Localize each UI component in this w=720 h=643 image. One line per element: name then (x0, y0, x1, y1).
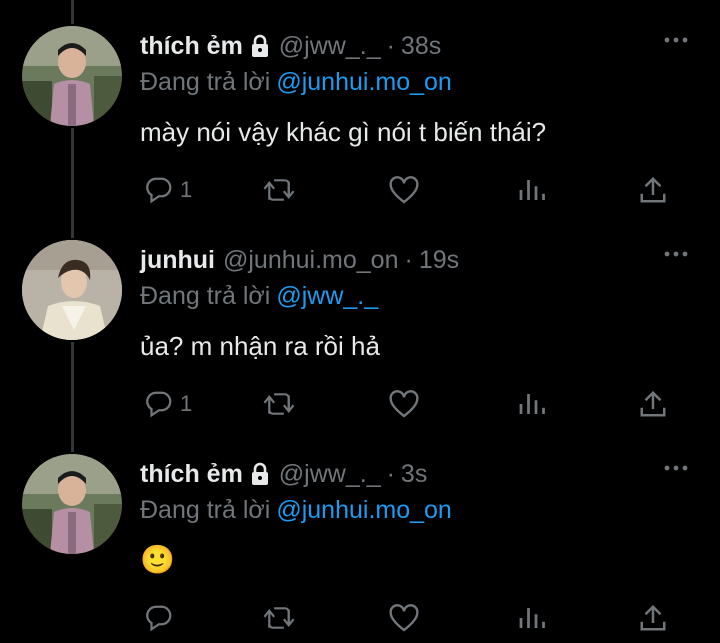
display-name[interactable]: junhui (140, 244, 215, 276)
tweet-actions: 1 (140, 172, 680, 208)
replying-to: Đang trả lời @junhui.mo_on (140, 494, 452, 526)
display-name[interactable]: thích ẻm (140, 458, 243, 490)
analytics-button[interactable] (516, 172, 546, 208)
user-handle[interactable]: @junhui.mo_on (223, 244, 399, 276)
replying-to: Đang trả lời @jww_._ (140, 280, 378, 312)
timestamp[interactable]: 38s (401, 30, 441, 62)
reply-icon (144, 175, 174, 205)
like-icon (388, 175, 420, 205)
replying-to-label: Đang trả lời (140, 68, 271, 96)
replying-to: Đang trả lời @junhui.mo_on (140, 66, 452, 98)
retweet-icon (262, 389, 296, 419)
tweet[interactable]: thích ẻm @jww_._ · 3s Đang trả lời @junhu… (0, 428, 720, 642)
retweet-button[interactable] (262, 386, 296, 422)
reply-icon (144, 389, 174, 419)
boy-avatar-image (22, 26, 122, 126)
separator-dot: · (404, 246, 413, 274)
retweet-icon (262, 175, 296, 205)
share-icon (638, 389, 668, 419)
replying-to-label: Đang trả lời (140, 282, 271, 310)
more-icon[interactable] (662, 32, 690, 48)
lock-icon (249, 34, 271, 58)
like-button[interactable] (388, 172, 420, 208)
retweet-button[interactable] (262, 600, 296, 636)
replying-to-handle[interactable]: @jww_._ (276, 282, 378, 310)
tweet[interactable]: junhui @junhui.mo_on · 19s Đang trả lời @… (0, 214, 720, 428)
share-icon (638, 603, 668, 633)
timestamp[interactable]: 3s (401, 458, 427, 490)
retweet-button[interactable] (262, 172, 296, 208)
tweet-header: thích ẻm @jww_._ · 38s (140, 30, 441, 62)
junhui-avatar-image (22, 240, 122, 340)
more-icon[interactable] (662, 460, 690, 476)
replying-to-handle[interactable]: @junhui.mo_on (276, 496, 452, 524)
tweet-actions (140, 600, 680, 636)
tweet-text: mày nói vậy khác gì nói t biến thái? (140, 117, 547, 147)
share-button[interactable] (638, 386, 668, 422)
avatar[interactable] (22, 454, 122, 554)
reply-button[interactable] (144, 600, 180, 636)
user-handle[interactable]: @jww_._ (279, 458, 381, 490)
replying-to-handle[interactable]: @junhui.mo_on (276, 68, 452, 96)
share-icon (638, 175, 668, 205)
like-icon (388, 603, 420, 633)
analytics-icon (516, 389, 546, 419)
more-icon[interactable] (662, 246, 690, 262)
replying-to-label: Đang trả lời (140, 496, 271, 524)
display-name[interactable]: thích ẻm (140, 30, 243, 62)
reply-count: 1 (180, 391, 193, 416)
analytics-icon (516, 175, 546, 205)
boy-avatar-image (22, 454, 122, 554)
like-button[interactable] (388, 386, 420, 422)
tweet-text: ủa? m nhận ra rồi hả (140, 331, 380, 361)
like-button[interactable] (388, 600, 420, 636)
user-handle[interactable]: @jww_._ (279, 30, 381, 62)
reply-count: 1 (180, 177, 193, 202)
tweet-header: thích ẻm @jww_._ · 3s (140, 458, 427, 490)
avatar[interactable] (22, 26, 122, 126)
tweet[interactable]: thích ẻm @jww_._ · 38s Đang trả lời @junh… (0, 0, 720, 214)
share-button[interactable] (638, 600, 668, 636)
analytics-icon (516, 603, 546, 633)
tweet-actions: 1 (140, 386, 680, 422)
analytics-button[interactable] (516, 386, 546, 422)
tweet-text: 🙂 (140, 544, 175, 575)
reply-button[interactable]: 1 (144, 386, 192, 422)
separator-dot: · (386, 460, 395, 488)
like-icon (388, 389, 420, 419)
lock-icon (249, 462, 271, 486)
avatar[interactable] (22, 240, 122, 340)
timestamp[interactable]: 19s (419, 244, 459, 276)
retweet-icon (262, 603, 296, 633)
tweet-header: junhui @junhui.mo_on · 19s (140, 244, 459, 276)
reply-button[interactable]: 1 (144, 172, 192, 208)
separator-dot: · (386, 32, 395, 60)
analytics-button[interactable] (516, 600, 546, 636)
share-button[interactable] (638, 172, 668, 208)
reply-icon (144, 603, 174, 633)
